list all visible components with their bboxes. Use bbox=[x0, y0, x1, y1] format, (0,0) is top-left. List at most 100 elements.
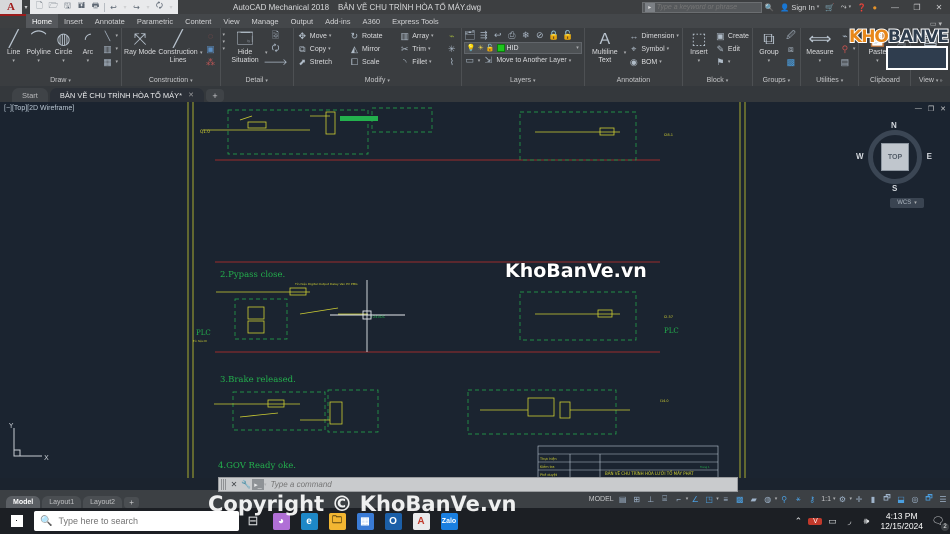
fillet-dropdown-icon[interactable]: ▾ bbox=[429, 59, 432, 65]
fillet-button[interactable]: ◝ Fillet ▾ bbox=[398, 56, 445, 68]
hardware-accel-icon[interactable]: ✛ bbox=[852, 492, 866, 506]
layer-off-icon[interactable]: ⊘ bbox=[534, 30, 546, 41]
viewcube-north-label[interactable]: N bbox=[891, 121, 897, 130]
restore-button[interactable]: ❐ bbox=[906, 0, 928, 14]
minimize-button[interactable]: — bbox=[884, 0, 906, 14]
tab-layout2[interactable]: Layout2 bbox=[83, 496, 123, 508]
qat-more-icon[interactable]: ▾ bbox=[167, 4, 175, 11]
padlock-icon[interactable]: 🔓 bbox=[486, 44, 495, 52]
circle-button[interactable]: ◍ Circle ▾ bbox=[52, 30, 75, 65]
move-to-layer-icon[interactable]: ⇲ bbox=[482, 55, 494, 66]
dimension-button[interactable]: ↔ Dimension ▾ bbox=[627, 30, 680, 42]
qat-dropdown-icon[interactable]: ▾ bbox=[22, 4, 30, 11]
layer-lock-icon[interactable]: 🔒 bbox=[548, 30, 560, 41]
plot-icon[interactable]: 🖶 bbox=[89, 1, 102, 13]
unikey-icon[interactable]: V bbox=[808, 517, 823, 525]
workspace-switch-icon[interactable]: ⚙ bbox=[835, 492, 849, 506]
detail-flyout-2-icon[interactable]: ▾ bbox=[223, 39, 226, 45]
tab-layout1[interactable]: Layout1 bbox=[42, 496, 82, 508]
units-icon[interactable]: ◎ bbox=[908, 492, 922, 506]
tab-insert[interactable]: Insert bbox=[58, 14, 89, 28]
construction-line-dropdown-icon[interactable]: ▾ bbox=[116, 33, 119, 39]
open-icon[interactable]: 🗁 bbox=[47, 1, 60, 13]
line-button[interactable]: ╱ Line ▾ bbox=[2, 30, 25, 65]
hatch-solid-dropdown-icon[interactable]: ▾ bbox=[116, 46, 119, 52]
measure-button[interactable]: ⟺ Measure ▾ bbox=[803, 30, 837, 65]
draw-hatch-solid-button[interactable]: ▥ ▾ bbox=[101, 43, 120, 55]
chevron-down-icon[interactable]: ▾ bbox=[914, 200, 917, 206]
construction-misc-button[interactable]: ⁂ bbox=[204, 56, 218, 68]
new-tab-button[interactable]: + bbox=[205, 89, 224, 102]
mirror-button[interactable]: ◭ Mirror bbox=[348, 43, 398, 55]
tab-model[interactable]: Model bbox=[6, 496, 41, 508]
array-button[interactable]: ▥ Array ▾ bbox=[398, 30, 445, 42]
current-layer-combo[interactable]: 💡 ☀ 🔓 HID ▾ bbox=[463, 42, 582, 54]
ungroup-button[interactable]: ⧈ bbox=[784, 43, 798, 55]
new-layout-button[interactable]: + bbox=[124, 497, 140, 508]
panel-layers-title[interactable]: Layers ▾ bbox=[464, 75, 582, 86]
viewcube-west-label[interactable]: W bbox=[856, 152, 864, 161]
tab-a360[interactable]: A360 bbox=[357, 14, 387, 28]
circle-dropdown-icon[interactable]: ▾ bbox=[62, 57, 65, 65]
command-close-icon[interactable]: ✕ bbox=[228, 480, 240, 489]
polyline-button[interactable]: ⌒ Polyline ▾ bbox=[26, 30, 51, 65]
move-dropdown-icon[interactable]: ▾ bbox=[329, 33, 332, 39]
tab-express-tools[interactable]: Express Tools bbox=[386, 14, 445, 28]
search-input[interactable] bbox=[656, 3, 761, 11]
tab-manage[interactable]: Manage bbox=[245, 14, 284, 28]
line-dropdown-icon[interactable]: ▾ bbox=[12, 57, 15, 65]
start-button[interactable] bbox=[0, 508, 34, 534]
sync-icon[interactable]: 🗘 bbox=[153, 1, 166, 13]
help-search-box[interactable]: ▸ bbox=[641, 1, 762, 13]
undo-dropdown-icon[interactable]: ▾ bbox=[121, 4, 129, 11]
taskbar-clock[interactable]: 4:13 PM 12/15/2024 bbox=[876, 511, 927, 531]
search-magnifier-icon[interactable]: 🔍 bbox=[762, 3, 777, 12]
group-dropdown-icon[interactable]: ▾ bbox=[768, 57, 771, 65]
tab-addins[interactable]: Add-ins bbox=[319, 14, 356, 28]
layer-freeze-icon[interactable]: ❄ bbox=[520, 30, 532, 41]
measure-dropdown-icon[interactable]: ▾ bbox=[819, 57, 822, 65]
sign-in-button[interactable]: 👤 Sign In ▾ bbox=[777, 3, 822, 12]
symbol-dropdown-icon[interactable]: ▾ bbox=[667, 46, 670, 52]
polyline-dropdown-icon[interactable]: ▾ bbox=[37, 57, 40, 65]
tab-annotate[interactable]: Annotate bbox=[89, 14, 131, 28]
layer-combo-dropdown-icon[interactable]: ▾ bbox=[576, 45, 579, 51]
customization-icon[interactable]: ☰ bbox=[936, 492, 950, 506]
hatch-pattern-dropdown-icon[interactable]: ▾ bbox=[116, 59, 119, 65]
construction-flyout-icon[interactable]: ▾ bbox=[200, 50, 203, 56]
clean-screen-icon[interactable]: ⬓ bbox=[894, 492, 908, 506]
layer-previous-icon[interactable]: ↩ bbox=[492, 30, 504, 41]
layer-properties-icon[interactable]: 🗂 bbox=[464, 30, 476, 41]
trim-dropdown-icon[interactable]: ▾ bbox=[428, 46, 431, 52]
multiline-text-button[interactable]: A Multiline Text bbox=[587, 30, 623, 65]
autodesk-store-icon[interactable]: 🛒 bbox=[822, 3, 837, 12]
redo-icon[interactable]: ↪ bbox=[130, 2, 143, 13]
stretch-button[interactable]: ⬈ Stretch bbox=[296, 56, 348, 68]
new-icon[interactable]: 🗋 bbox=[33, 1, 46, 13]
share-icon[interactable]: ⤳ ▾ bbox=[838, 2, 855, 12]
layer-match-icon[interactable]: ⇶ bbox=[478, 30, 490, 41]
hide-situation-dropdown-icon[interactable]: ▾ bbox=[265, 50, 268, 56]
symbol-button[interactable]: ⌖ Symbol ▾ bbox=[627, 43, 680, 55]
export-detail-button[interactable]: 🡒 bbox=[263, 56, 287, 68]
command-input[interactable] bbox=[266, 480, 737, 489]
paste-dropdown-icon[interactable]: ▾ bbox=[876, 57, 879, 65]
graphics-perf-icon[interactable]: ▮ bbox=[866, 492, 880, 506]
drawing-canvas[interactable]: [−][Top][2D Wireframe] — ❐ ✕ Q1.0 2.Pypa… bbox=[0, 102, 950, 478]
undo-icon[interactable]: ↩ bbox=[107, 2, 120, 13]
save-icon[interactable]: 🖫 bbox=[61, 1, 74, 13]
group-selection-button[interactable]: ▩ bbox=[784, 56, 798, 68]
layer-color-swatch[interactable] bbox=[496, 44, 505, 52]
lightbulb-icon[interactable]: 💡 bbox=[467, 44, 476, 52]
close-button[interactable]: ✕ bbox=[928, 0, 950, 14]
lock-ui-icon[interactable]: 🗗 bbox=[922, 492, 936, 506]
explode-button[interactable]: ✳ bbox=[445, 43, 459, 55]
array-dropdown-icon[interactable]: ▾ bbox=[431, 33, 434, 39]
tab-content[interactable]: Content bbox=[179, 14, 217, 28]
detail-flyout-1-icon[interactable]: ▾ bbox=[223, 32, 226, 38]
panel-utilities-title[interactable]: Utilities ▾ bbox=[803, 75, 857, 86]
group-button[interactable]: ⧉ Group ▾ bbox=[755, 30, 783, 65]
panel-draw-title[interactable]: Draw ▾ bbox=[2, 75, 119, 86]
calculator-button[interactable]: ▤ bbox=[838, 56, 857, 68]
rotate-button[interactable]: ↻ Rotate bbox=[348, 30, 398, 42]
